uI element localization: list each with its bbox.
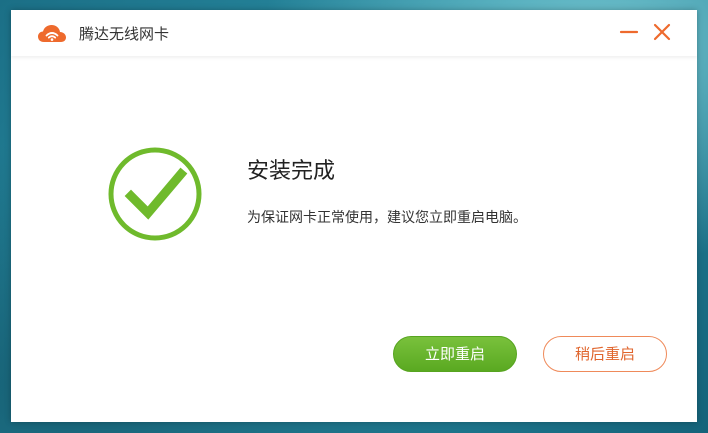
close-icon[interactable] bbox=[650, 20, 674, 44]
title-bar[interactable]: 腾达无线网卡 bbox=[11, 10, 697, 56]
check-circle-icon bbox=[108, 147, 202, 241]
restart-later-button[interactable]: 稍后重启 bbox=[543, 336, 667, 372]
app-title: 腾达无线网卡 bbox=[79, 25, 170, 43]
install-complete-dialog: 腾达无线网卡 安装完成 为保证网卡正常使用，建议您立即重启电脑。 立即重启 稍后… bbox=[11, 10, 697, 422]
watermark-text: 智能帮 bbox=[638, 384, 692, 404]
page-title: 安装完成 bbox=[247, 159, 336, 184]
restart-now-button[interactable]: 立即重启 bbox=[393, 336, 517, 372]
status-message: 为保证网卡正常使用，建议您立即重启电脑。 bbox=[247, 210, 527, 226]
cloud-wifi-icon bbox=[38, 25, 66, 42]
minimize-icon[interactable] bbox=[617, 20, 641, 44]
watermark: 智能帮 iznb.cn bbox=[596, 382, 702, 426]
watermark-logo-icon bbox=[598, 386, 628, 418]
watermark-url: iznb.cn bbox=[638, 406, 681, 420]
